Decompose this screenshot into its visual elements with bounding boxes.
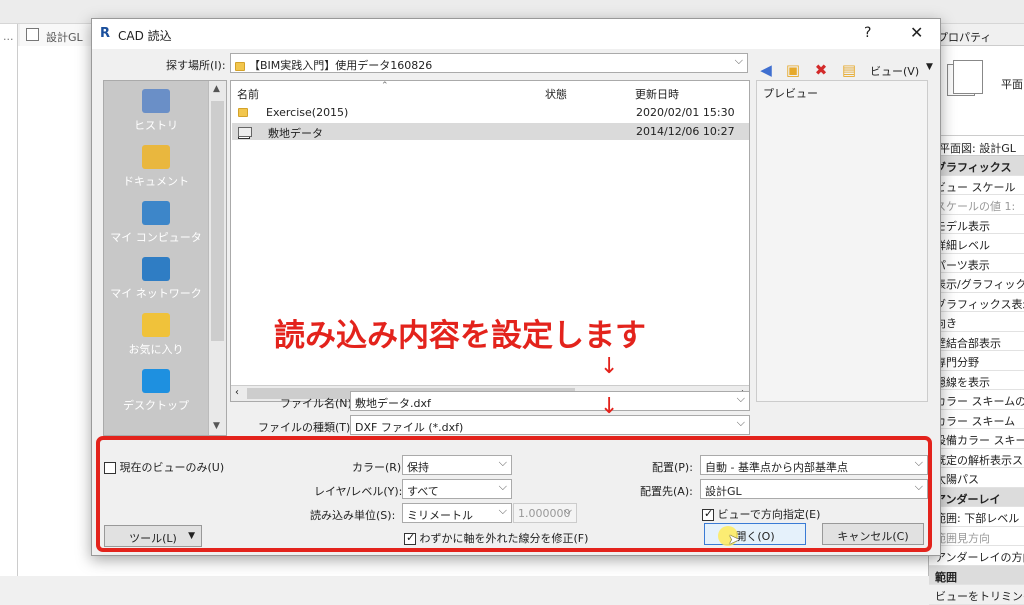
floor-plan-type-icon [947, 60, 983, 96]
properties-row[interactable]: 向き [929, 312, 1024, 332]
properties-row[interactable]: パーツ表示 [929, 254, 1024, 273]
look-in-dropdown[interactable]: 【BIM実践入門】使用データ160826 [230, 53, 748, 73]
places-item-label: ドキュメント [123, 175, 189, 188]
properties-row[interactable]: 設備カラー スキーム [929, 429, 1024, 449]
preview-pane: プレビュー [756, 80, 928, 402]
help-button[interactable]: ? [864, 25, 871, 41]
down-arrow-icon: ↓ [600, 354, 619, 379]
highlight-box [96, 436, 932, 552]
places-item-label: デスクトップ [123, 399, 189, 412]
file-name: Exercise(2015) [266, 106, 349, 119]
properties-row[interactable]: モデル表示 [929, 215, 1024, 234]
file-name-value: 敷地データ.dxf [355, 397, 431, 410]
properties-row[interactable]: スケールの値 1: [929, 195, 1024, 215]
history-icon [142, 89, 170, 113]
new-folder-icon[interactable]: ▤ [840, 61, 858, 79]
annotation-caption: 読み込み内容を設定します [274, 318, 646, 354]
close-button[interactable]: ✕ [910, 23, 923, 42]
properties-row[interactable]: カラー スキームの場所 [929, 390, 1024, 410]
places-item[interactable]: ドキュメント [104, 145, 208, 199]
properties-row[interactable]: 壁結合部表示 [929, 332, 1024, 351]
places-item-label: ヒストリ [134, 119, 178, 132]
file-type-dropdown[interactable]: DXF ファイル (*.dxf) [350, 415, 750, 435]
my-network-icon [142, 257, 170, 281]
look-in-label: 探す場所(I): [166, 59, 226, 72]
column-name[interactable]: 名前 [237, 86, 259, 102]
file-type-value: DXF ファイル (*.dxf) [355, 421, 464, 434]
properties-row[interactable]: 表示/グラフィックス [929, 273, 1024, 293]
look-in-value: 【BIM実践入門】使用データ160826 [249, 59, 433, 72]
dialog-title: CAD 読込 [118, 29, 172, 43]
scroll-down-icon[interactable]: ▼ [213, 421, 220, 431]
places-item-label: マイ コンピュータ [110, 231, 202, 244]
scroll-up-icon[interactable]: ▲ [213, 84, 220, 94]
revit-logo-icon: R [100, 26, 111, 41]
places-item[interactable]: お気に入り [104, 313, 208, 367]
folder-icon [235, 61, 245, 71]
column-status[interactable]: 状態 [545, 86, 567, 102]
view-menu[interactable]: ビュー(V) [870, 63, 919, 79]
properties-row[interactable]: ビュー スケール [929, 176, 1024, 195]
dialog-titlebar: R CAD 読込 ? ✕ [92, 19, 940, 49]
delete-icon[interactable]: ✖ [812, 61, 830, 79]
properties-list: グラフィックス ビュー スケール スケールの値 1: モデル表示 詳細レベル パーツ表示表… [929, 156, 1024, 605]
view-menu-dropdown-icon[interactable]: ▼ [926, 62, 933, 72]
scroll-left-icon[interactable]: ‹ [235, 387, 239, 398]
view-tab-label: 設計GL [46, 31, 83, 44]
properties-row[interactable]: 太陽パス [929, 468, 1024, 488]
places-item-label: マイ ネットワーク [110, 287, 202, 300]
column-modified[interactable]: 更新日時 [635, 86, 679, 102]
properties-row[interactable]: カラー スキーム [929, 410, 1024, 429]
properties-palette: プロパティ 平面 平面図: 設計GL グラフィックス ビュー スケール スケールの値… [928, 24, 1024, 605]
up-folder-icon[interactable]: ▣ [784, 61, 802, 79]
file-modified: 2014/12/06 10:27 [636, 125, 735, 138]
mouse-cursor-icon: ➤ [728, 532, 740, 548]
places-item[interactable]: マイ コンピュータ [104, 201, 208, 255]
file-name-field[interactable]: 敷地データ.dxf [350, 391, 750, 411]
properties-group[interactable]: グラフィックス [929, 156, 1024, 176]
my-computer-icon [142, 201, 170, 225]
properties-row[interactable]: ビューをトリミング [929, 585, 1024, 605]
properties-row[interactable]: 隠線を表示 [929, 371, 1024, 390]
favorites-icon [142, 313, 170, 337]
instance-selector[interactable]: 平面図: 設計GL [929, 136, 1024, 156]
properties-row[interactable]: グラフィックス表示オ [929, 293, 1024, 312]
places-bar: ヒストリ ドキュメント マイ コンピュータ マイ ネットワーク お気に入り デスクトップ … [103, 80, 227, 436]
places-scroll-thumb[interactable] [211, 101, 224, 341]
properties-row[interactable]: 範囲見方向 [929, 527, 1024, 546]
places-item[interactable]: デスクトップ [104, 369, 208, 423]
documents-icon [142, 145, 170, 169]
places-item[interactable]: マイ ネットワーク [104, 257, 208, 311]
file-name-label: ファイル名(N): [280, 397, 356, 410]
down-arrow-icon: ↓ [600, 394, 619, 419]
places-item[interactable]: ヒストリ [104, 89, 208, 143]
sort-indicator-icon: ⌃ [381, 81, 389, 91]
project-browser-edge: ... [0, 24, 18, 576]
view-tab[interactable]: 設計GL [20, 24, 92, 46]
properties-group[interactable]: アンダーレイ [929, 487, 1024, 507]
places-scrollbar[interactable]: ▲ ▼ [208, 81, 226, 435]
places-item-label: お気に入り [128, 343, 184, 356]
properties-title: プロパティ [929, 24, 1024, 46]
desktop-icon [142, 369, 170, 393]
file-row[interactable]: 敷地データ 2014/12/06 10:27 [232, 123, 749, 140]
back-icon[interactable]: ◀ [757, 61, 775, 79]
properties-row[interactable]: 既定の解析表示ス [929, 449, 1024, 468]
floor-plan-icon [26, 28, 39, 41]
preview-label: プレビュー [763, 87, 818, 100]
project-browser-ellipsis[interactable]: ... [3, 30, 14, 43]
type-label: 平面 [1001, 78, 1023, 91]
properties-row[interactable]: 専門分野 [929, 351, 1024, 371]
file-modified: 2020/02/01 15:30 [636, 106, 735, 119]
type-selector[interactable]: 平面 [929, 46, 1024, 136]
properties-row[interactable]: 範囲: 下部レベル [929, 507, 1024, 527]
properties-row[interactable]: アンダーレイの方向 [929, 546, 1024, 566]
file-name: 敷地データ [268, 127, 323, 140]
properties-group[interactable]: 範囲 [929, 565, 1024, 585]
properties-row[interactable]: 詳細レベル [929, 234, 1024, 254]
file-type-label: ファイルの種類(T): [258, 421, 355, 434]
file-row[interactable]: Exercise(2015) 2020/02/01 15:30 [232, 104, 749, 121]
